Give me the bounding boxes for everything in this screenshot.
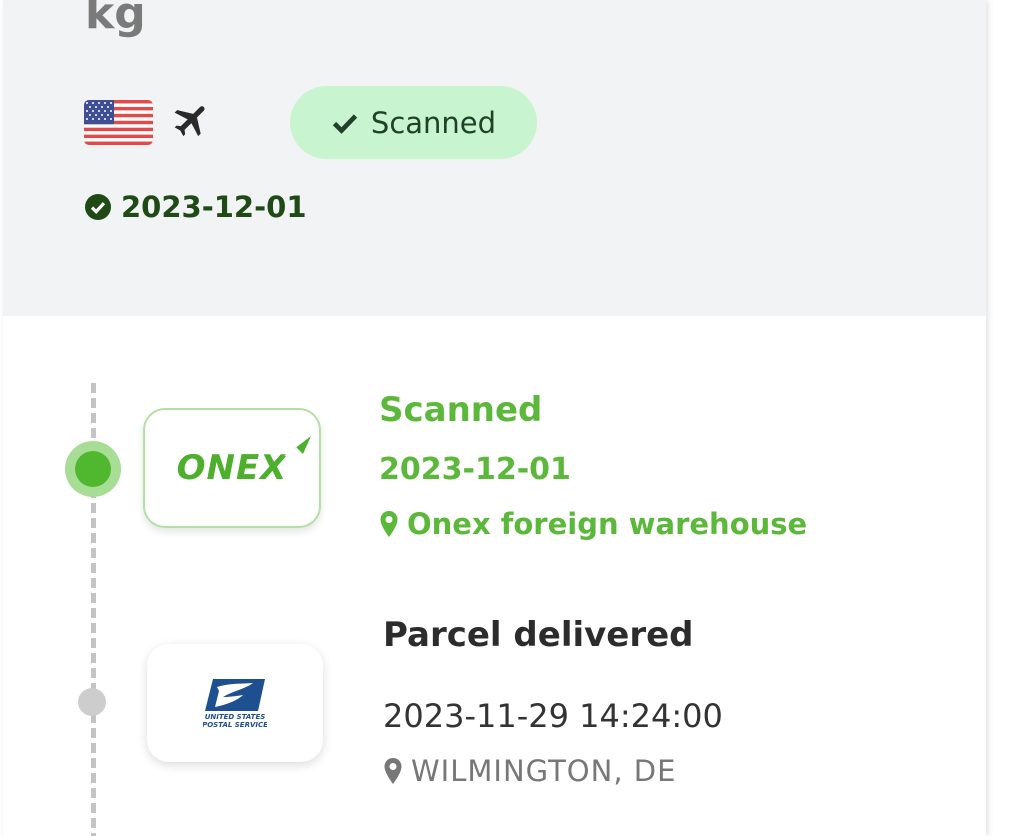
event-location: WILMINGTON, DE (383, 754, 676, 788)
timeline-dot-inactive (78, 688, 106, 716)
event-title: Scanned (379, 390, 543, 430)
usps-eagle-logo: UNITED STATES POSTAL SERVICE (203, 679, 267, 729)
weight-unit: kg (85, 0, 146, 39)
usps-logo: UNITED STATES POSTAL SERVICE (147, 644, 323, 762)
status-badge: Scanned (290, 86, 537, 159)
status-date: 2023-12-01 (85, 190, 307, 224)
event-date: 2023-11-29 14:24:00 (383, 697, 723, 735)
onex-logo-text: ONEX (177, 436, 312, 488)
tracking-card: kg Scanned 2023-12-01 ONEX Scanned 2023-… (3, 0, 986, 836)
location-pin-icon (384, 758, 402, 784)
status-badge-label: Scanned (370, 105, 497, 140)
parcel-summary: kg Scanned 2023-12-01 (3, 0, 986, 316)
svg-text:POSTAL SERVICE: POSTAL SERVICE (203, 721, 267, 729)
event-location: Onex foreign warehouse (379, 507, 807, 541)
onex-logo: ONEX (143, 408, 321, 528)
event-date: 2023-12-01 (379, 452, 571, 487)
checkmark-icon (332, 113, 358, 134)
airplane-icon (174, 106, 205, 137)
event-location-text: WILMINGTON, DE (411, 754, 677, 788)
event-title: Parcel delivered (383, 615, 694, 655)
location-pin-icon (380, 511, 398, 537)
event-location-text: Onex foreign warehouse (407, 507, 808, 541)
check-circle-icon (85, 194, 111, 220)
svg-text:UNITED STATES: UNITED STATES (205, 713, 266, 721)
timeline-dot-active (65, 441, 121, 497)
paper-plane-icon (284, 436, 312, 457)
us-flag-icon (84, 100, 153, 145)
status-date-text: 2023-12-01 (121, 190, 307, 224)
